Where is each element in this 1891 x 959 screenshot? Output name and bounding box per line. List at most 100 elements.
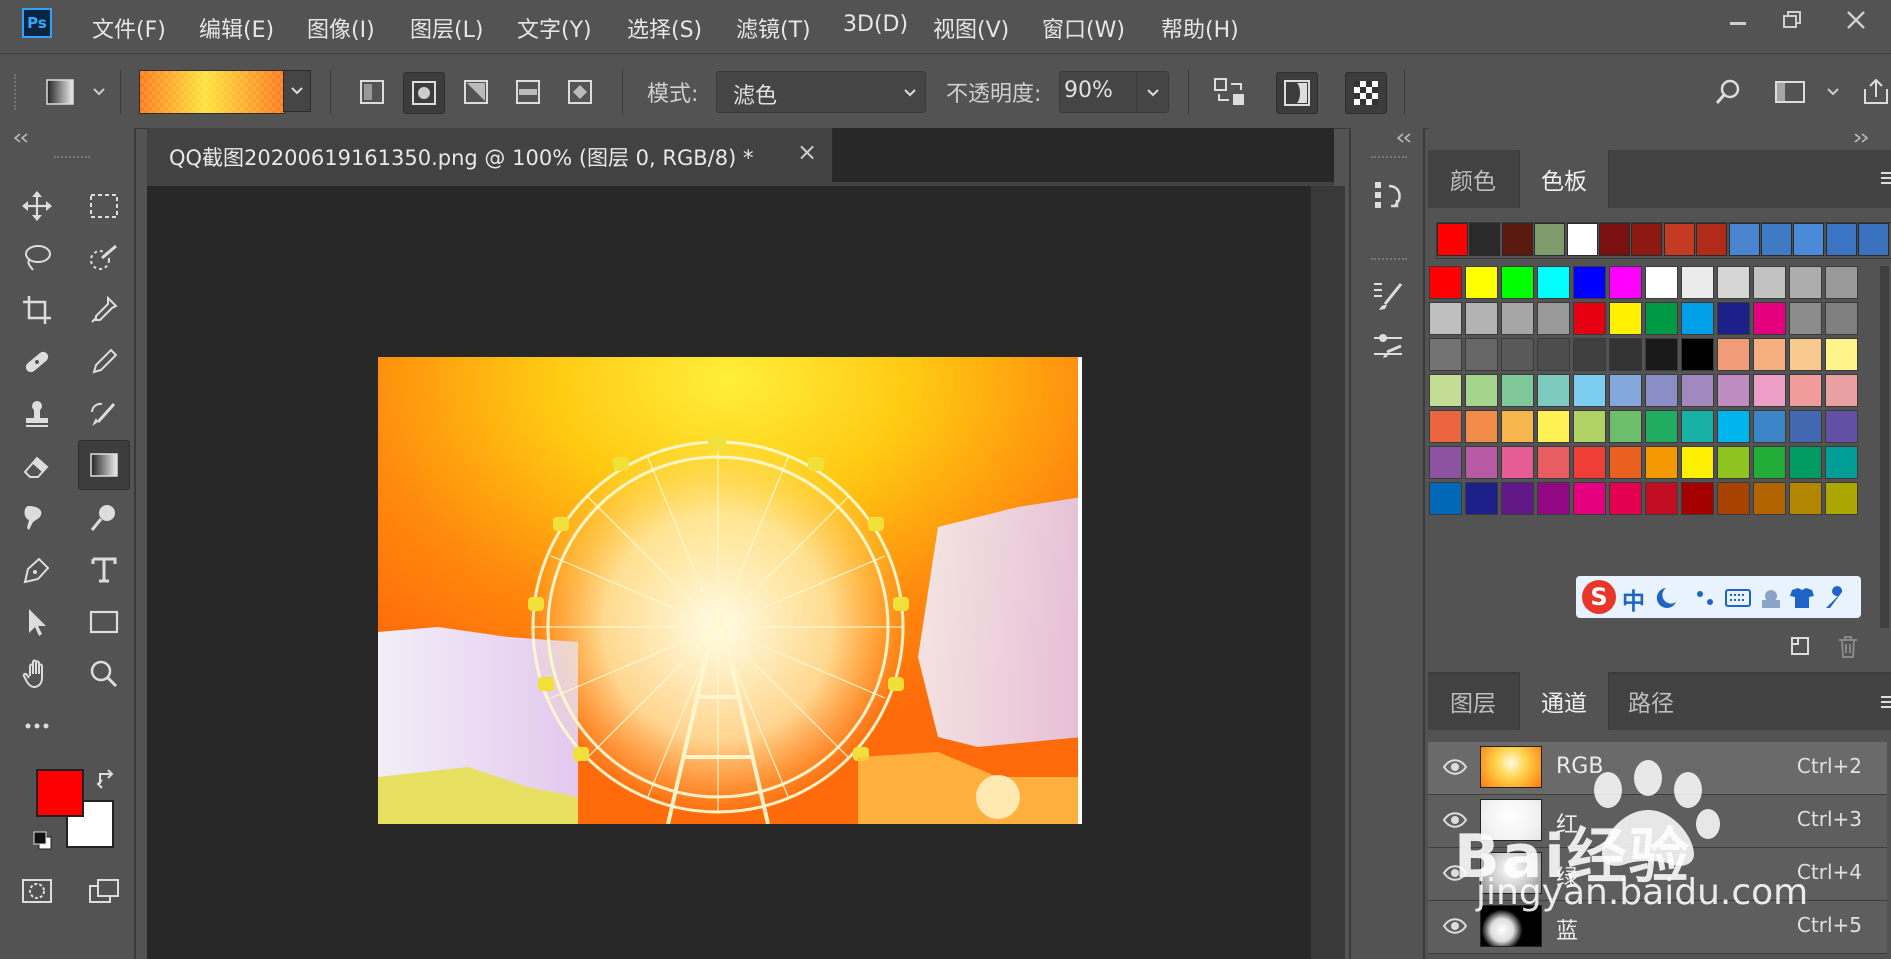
color-swatch[interactable] [1465,446,1498,479]
eyedropper-tool[interactable] [81,287,127,333]
menu-help[interactable]: 帮助(H) [1161,12,1239,44]
color-swatch[interactable] [1537,410,1570,443]
color-swatch[interactable] [1465,374,1498,407]
color-swatch[interactable] [1537,374,1570,407]
color-swatch[interactable] [1501,482,1534,515]
color-swatch[interactable] [1537,302,1570,335]
color-swatch[interactable] [1717,410,1750,443]
diamond-gradient-button[interactable] [560,72,600,112]
color-swatch[interactable] [1573,374,1606,407]
color-swatch[interactable] [1825,302,1858,335]
path-selection-tool[interactable] [14,599,60,645]
swap-colors-icon[interactable] [96,768,118,790]
canvas-image[interactable] [378,357,1082,824]
color-swatch[interactable] [1753,482,1786,515]
recent-swatch[interactable] [1631,223,1663,256]
recent-swatch[interactable] [1793,223,1825,256]
recent-swatch[interactable] [1437,223,1468,256]
color-swatch[interactable] [1501,374,1534,407]
tab-color[interactable]: 颜色 [1430,150,1516,208]
color-swatch[interactable] [1789,302,1822,335]
color-swatch[interactable] [1501,302,1534,335]
color-swatch[interactable] [1429,338,1462,371]
color-swatch[interactable] [1681,302,1714,335]
color-swatch[interactable] [1681,374,1714,407]
options-grip[interactable] [14,74,22,110]
color-swatch[interactable] [1429,482,1462,515]
history-panel-button[interactable] [1365,172,1411,218]
smudge-tool[interactable] [14,495,60,541]
color-swatch[interactable] [1645,266,1678,299]
color-swatch[interactable] [1537,446,1570,479]
dither-button[interactable] [1276,72,1318,114]
color-swatch[interactable] [1717,446,1750,479]
swatches-scrollbar[interactable] [1880,266,1889,628]
color-swatch[interactable] [1573,410,1606,443]
chevron-down-icon[interactable] [1826,87,1840,97]
default-colors-icon[interactable] [32,830,54,852]
move-tool[interactable] [14,183,60,229]
menu-type[interactable]: 文字(Y) [517,12,592,44]
recent-swatch[interactable] [1858,223,1890,256]
collapse-panel-icon[interactable] [1852,132,1870,144]
color-swatch[interactable] [1537,338,1570,371]
color-swatch[interactable] [1609,302,1642,335]
transparency-button[interactable] [1345,72,1387,114]
edit-toolbar-button[interactable] [14,703,60,749]
color-swatch[interactable] [1573,266,1606,299]
color-swatch[interactable] [1717,482,1750,515]
gradient-tool[interactable] [78,440,130,490]
color-swatch[interactable] [1465,338,1498,371]
panel-menu-icon[interactable] [1880,694,1891,712]
color-swatch[interactable] [1645,446,1678,479]
color-swatch[interactable] [1573,482,1606,515]
color-swatch[interactable] [1645,410,1678,443]
workspace-button[interactable] [1770,72,1810,112]
ime-toolbar[interactable]: S 中 [1576,576,1861,618]
color-swatch[interactable] [1537,482,1570,515]
color-swatch[interactable] [1501,446,1534,479]
tool-preset-picker[interactable] [40,72,80,112]
healing-brush-tool[interactable] [14,339,60,385]
gradient-dropdown-button[interactable] [283,70,311,112]
menu-image[interactable]: 图像(I) [307,12,375,44]
blend-mode-select[interactable]: 滤色 [716,71,926,113]
color-swatch[interactable] [1537,266,1570,299]
color-swatch[interactable] [1681,410,1714,443]
color-swatch[interactable] [1609,446,1642,479]
color-swatch[interactable] [1645,482,1678,515]
collapse-panel-icon[interactable] [1395,132,1413,144]
recent-swatch[interactable] [1696,223,1728,256]
share-button[interactable] [1856,72,1891,112]
new-swatch-icon[interactable] [1788,634,1812,658]
recent-swatch[interactable] [1501,223,1533,256]
color-swatch[interactable] [1645,338,1678,371]
color-swatch[interactable] [1681,482,1714,515]
color-swatch[interactable] [1645,374,1678,407]
color-swatch[interactable] [1753,374,1786,407]
color-swatch[interactable] [1825,446,1858,479]
color-swatch[interactable] [1429,266,1462,299]
recent-swatch[interactable] [1534,223,1566,256]
chevron-down-icon[interactable] [92,87,106,97]
screen-mode-button[interactable] [81,868,127,914]
collapse-panel-icon[interactable] [12,132,30,144]
color-swatch[interactable] [1429,302,1462,335]
gradient-preview[interactable] [139,70,285,114]
type-tool[interactable] [81,547,127,593]
color-swatch[interactable] [1825,410,1858,443]
color-swatch[interactable] [1465,482,1498,515]
color-swatch[interactable] [1753,302,1786,335]
close-window-button[interactable] [1826,0,1886,40]
color-swatch[interactable] [1429,410,1462,443]
pen-tool[interactable] [14,547,60,593]
brush-presets-button[interactable] [1365,324,1411,370]
color-swatch[interactable] [1717,302,1750,335]
color-swatch[interactable] [1825,266,1858,299]
color-swatch[interactable] [1753,266,1786,299]
minimize-button[interactable] [1708,0,1768,40]
crop-tool[interactable] [14,287,60,333]
recent-swatch[interactable] [1566,223,1598,256]
menu-layer[interactable]: 图层(L) [410,12,483,44]
color-swatch[interactable] [1789,446,1822,479]
